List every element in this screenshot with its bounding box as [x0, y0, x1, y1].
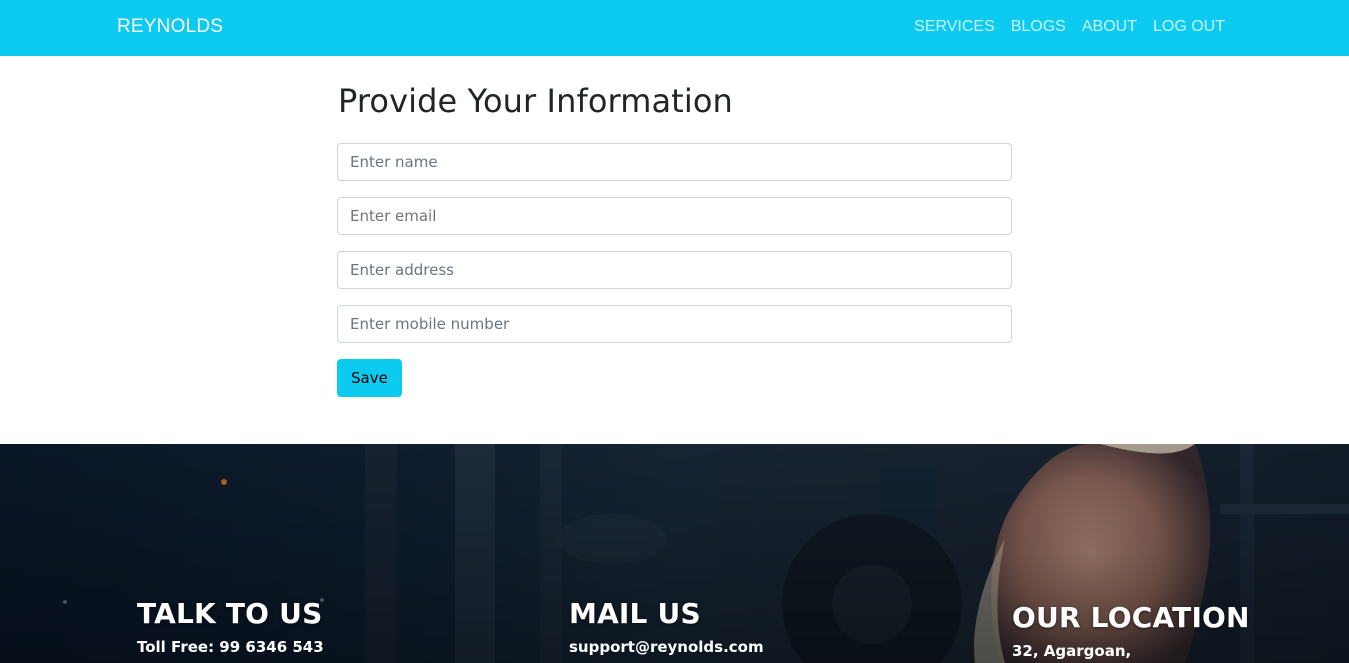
- footer: TALK TO US Toll Free: 99 6346 543 MAIL U…: [0, 444, 1349, 663]
- main-content: Provide Your Information Save: [337, 56, 1012, 397]
- nav-link-blogs[interactable]: BLOGS: [1011, 18, 1066, 36]
- brand-logo-link[interactable]: REYNOLDS: [117, 16, 223, 38]
- page-title: Provide Your Information: [338, 82, 733, 120]
- talk-to-us-heading: TALK TO US: [137, 597, 323, 630]
- mobile-number-input[interactable]: [337, 305, 1012, 343]
- location-address: 32, Agargoan,: [1012, 642, 1132, 660]
- navbar: REYNOLDS SERVICES BLOGS ABOUT LOG OUT: [0, 0, 1349, 56]
- address-input[interactable]: [337, 251, 1012, 289]
- footer-our-location: OUR LOCATION 32, Agargoan,: [1012, 601, 1250, 660]
- footer-mail-us: MAIL US support@reynolds.com: [569, 597, 764, 656]
- support-email: support@reynolds.com: [569, 638, 764, 656]
- name-input[interactable]: [337, 143, 1012, 181]
- email-input[interactable]: [337, 197, 1012, 235]
- nav-links: SERVICES BLOGS ABOUT LOG OUT: [914, 18, 1225, 36]
- nav-link-log-out[interactable]: LOG OUT: [1153, 18, 1225, 36]
- nav-link-services[interactable]: SERVICES: [914, 18, 995, 36]
- information-form: Save: [337, 143, 1012, 397]
- toll-free-number: Toll Free: 99 6346 543: [137, 638, 324, 656]
- nav-link-about[interactable]: ABOUT: [1082, 18, 1137, 36]
- save-button[interactable]: Save: [337, 359, 402, 397]
- mail-us-heading: MAIL US: [569, 597, 701, 630]
- our-location-heading: OUR LOCATION: [1012, 601, 1250, 634]
- footer-talk-to-us: TALK TO US Toll Free: 99 6346 543: [137, 597, 324, 656]
